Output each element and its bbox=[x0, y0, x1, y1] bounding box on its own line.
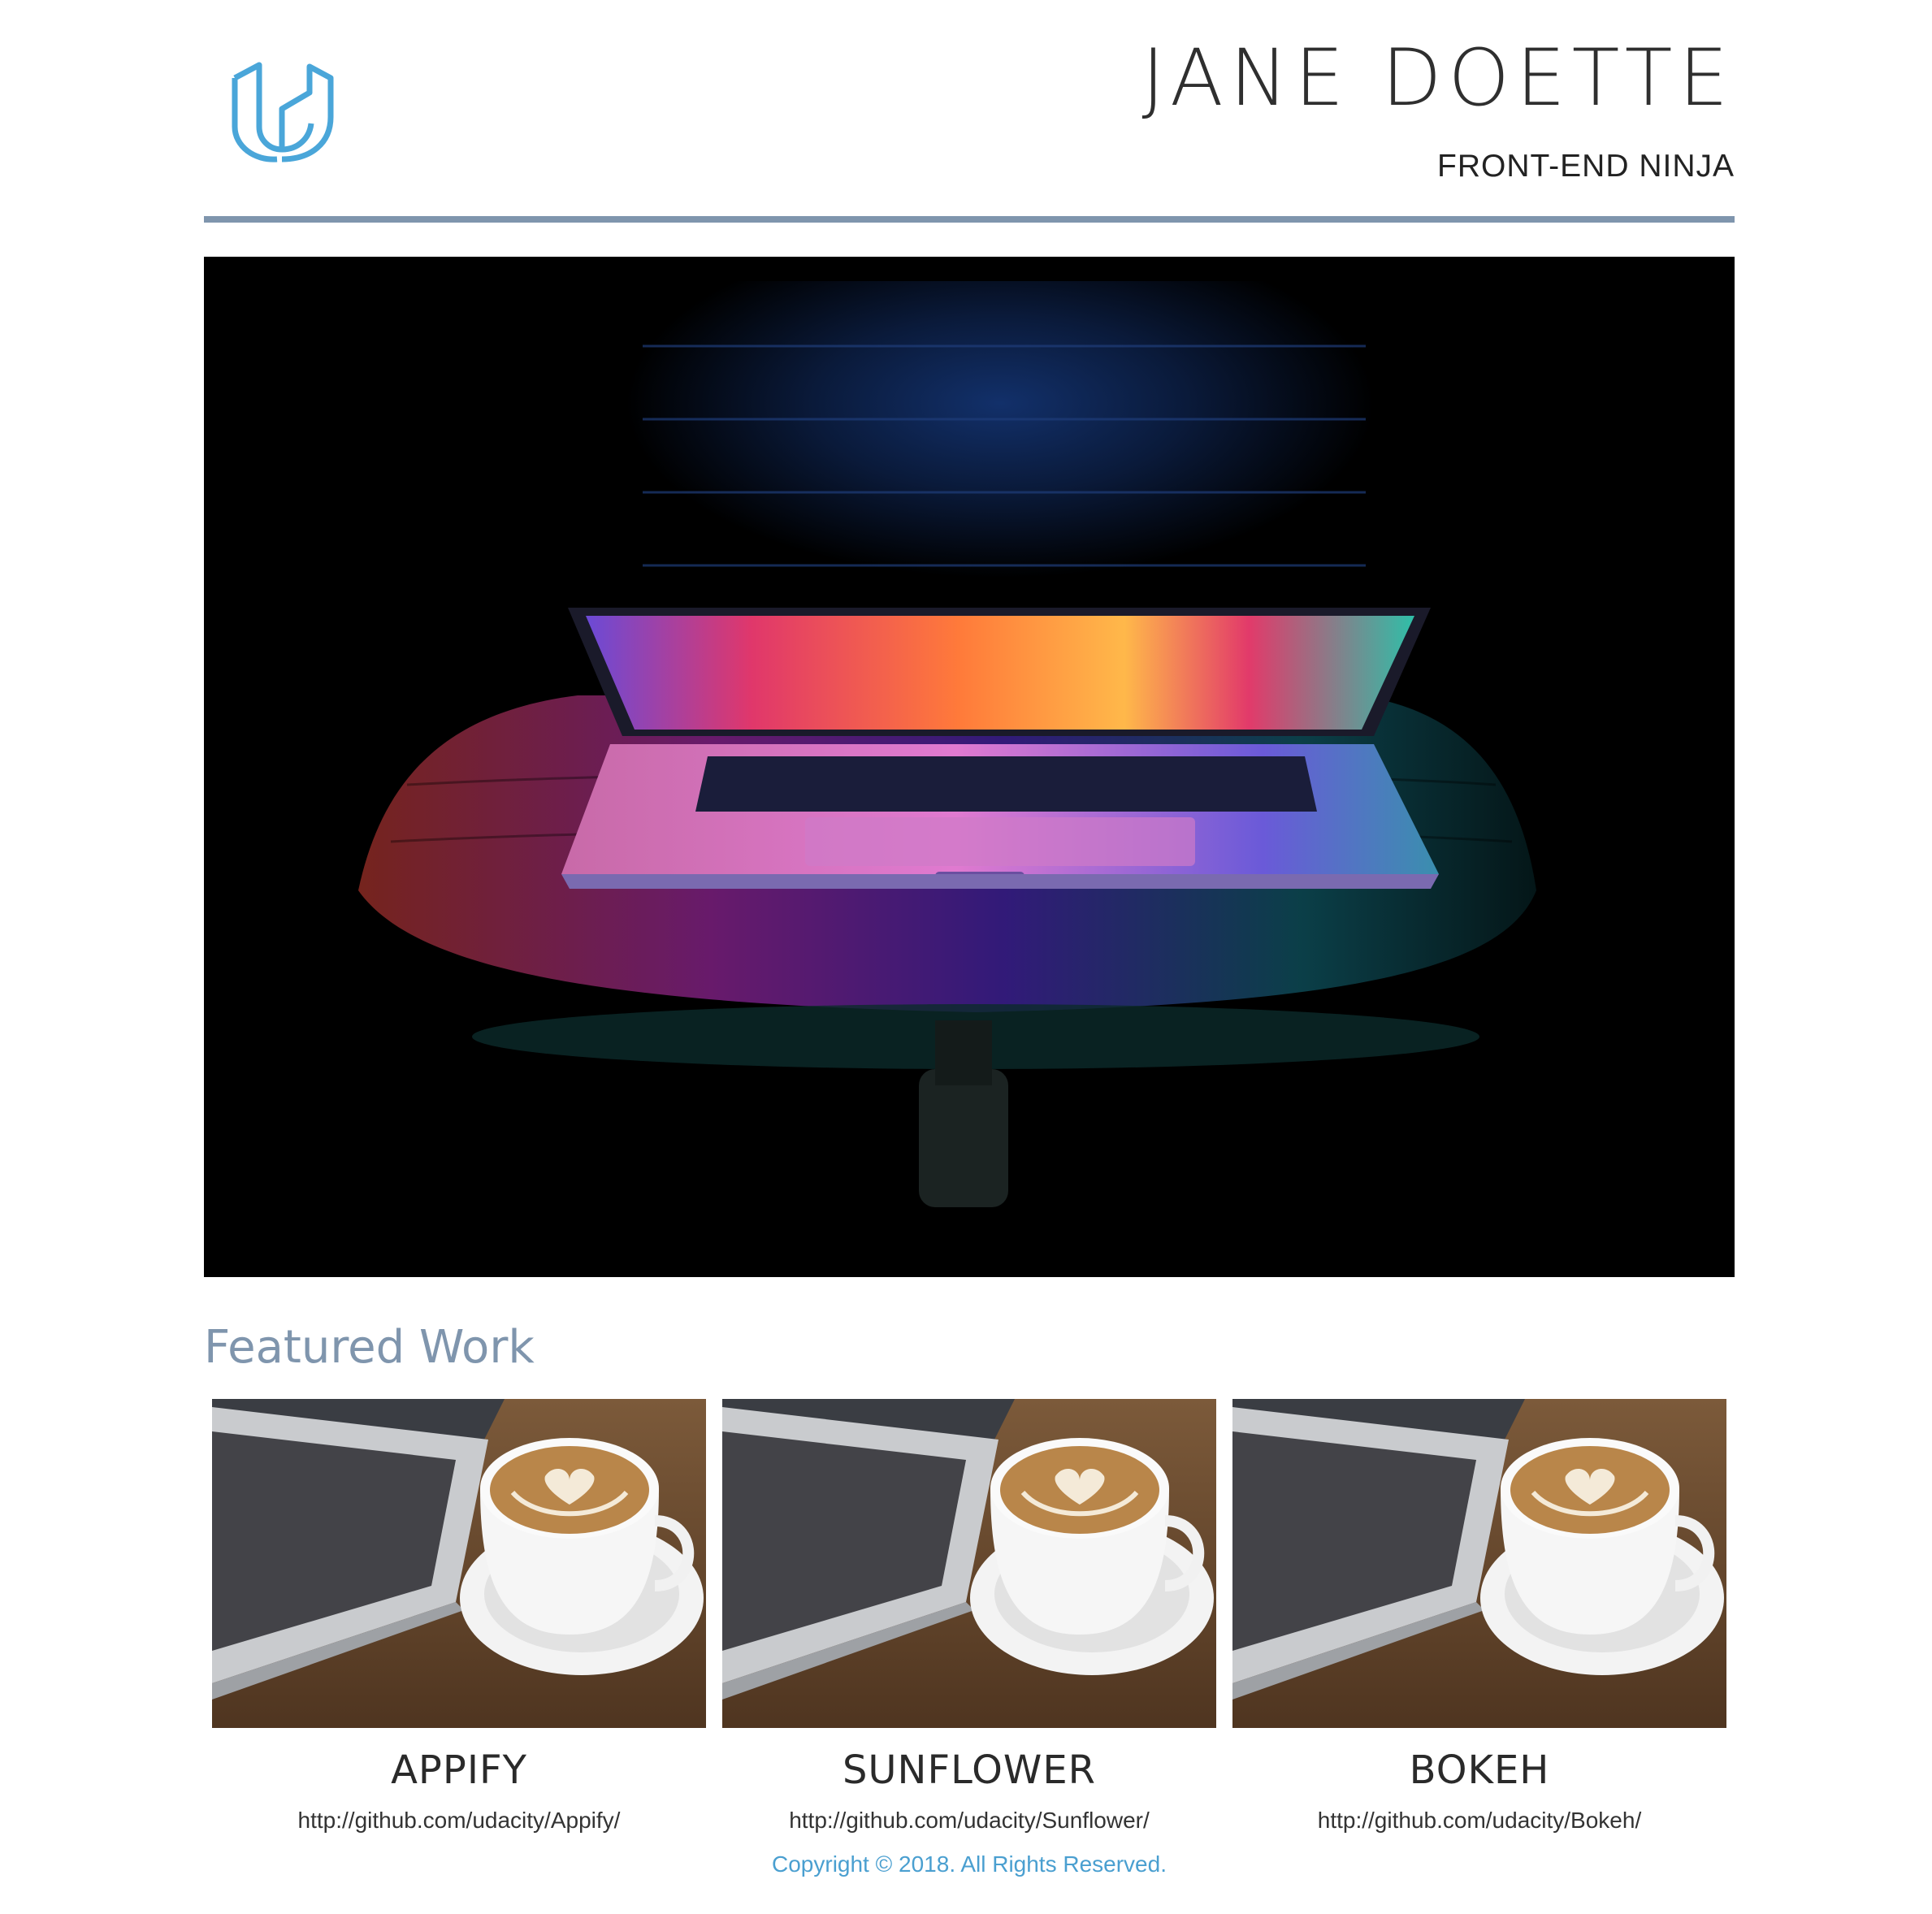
hero-image bbox=[204, 257, 1735, 1277]
work-title-bokeh: BOKEH bbox=[1409, 1747, 1550, 1793]
page: JANE DOETTE FRONT-END NINJA Featured Wor… bbox=[204, 0, 1735, 1877]
work-image-appify[interactable] bbox=[212, 1399, 706, 1728]
header-divider bbox=[204, 216, 1735, 223]
work-image-bokeh[interactable] bbox=[1232, 1399, 1726, 1728]
work-item-bokeh: BOKEH http://github.com/udacity/Bokeh/ bbox=[1232, 1399, 1726, 1834]
subtitle-role: FRONT-END NINJA bbox=[1437, 149, 1735, 184]
work-item-sunflower: SUNFLOWER http://github.com/udacity/Sunf… bbox=[722, 1399, 1216, 1834]
udacity-logo-icon[interactable] bbox=[230, 58, 334, 162]
work-item-appify: APPIFY http://github.com/udacity/Appify/ bbox=[212, 1399, 706, 1834]
work-title-appify: APPIFY bbox=[391, 1747, 527, 1793]
work-link-sunflower[interactable]: http://github.com/udacity/Sunflower/ bbox=[722, 1808, 1216, 1834]
work-link-appify[interactable]: http://github.com/udacity/Appify/ bbox=[212, 1808, 706, 1834]
header: JANE DOETTE FRONT-END NINJA bbox=[204, 0, 1735, 223]
page-title: JANE DOETTE bbox=[1141, 32, 1735, 123]
featured-work-heading: Featured Work bbox=[204, 1321, 535, 1374]
work-title-sunflower: SUNFLOWER bbox=[842, 1747, 1097, 1793]
work-image-sunflower[interactable] bbox=[722, 1399, 1216, 1728]
footer-copyright: Copyright © 2018. All Rights Reserved. bbox=[772, 1851, 1167, 1877]
work-link-bokeh[interactable]: http://github.com/udacity/Bokeh/ bbox=[1232, 1808, 1726, 1834]
